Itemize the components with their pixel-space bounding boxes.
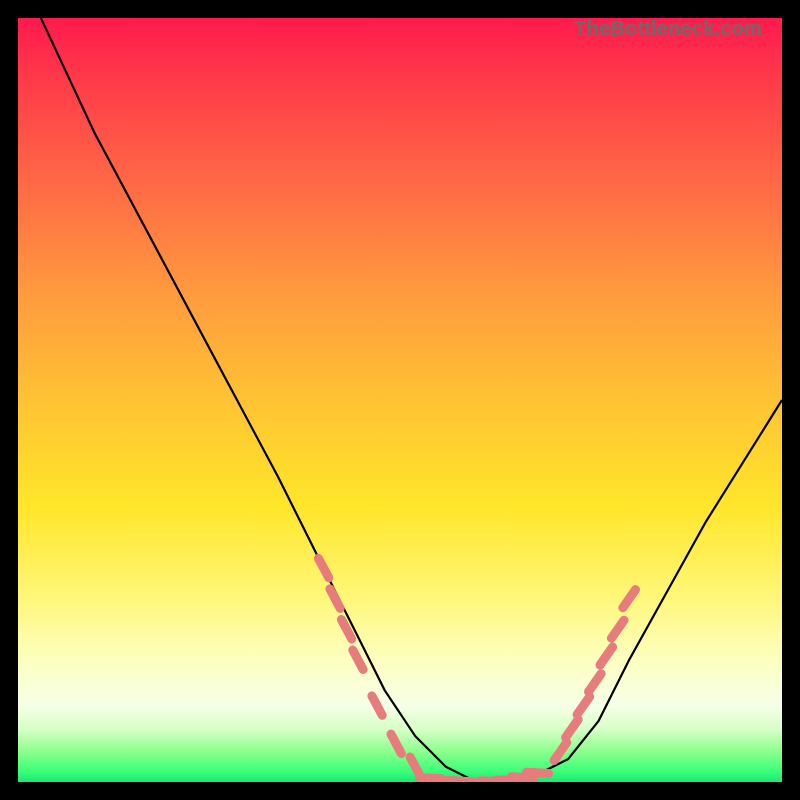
curve-marker (589, 674, 602, 692)
curve-marker (566, 720, 579, 738)
marker-cluster-right (554, 590, 635, 761)
curve-marker (527, 772, 549, 773)
curve-marker (330, 589, 340, 609)
curve-marker (577, 697, 590, 715)
curve-marker (391, 734, 401, 753)
marker-cluster-bottom (420, 772, 549, 782)
chart-plot-area: TheBottleneck.com (18, 18, 782, 782)
curve-marker (511, 777, 533, 778)
curve-marker (353, 650, 363, 670)
bottleneck-curve-svg (18, 18, 782, 782)
curve-marker (318, 558, 328, 577)
curve-marker (611, 620, 624, 638)
curve-marker (600, 647, 613, 665)
marker-cluster-left (318, 558, 420, 776)
curve-marker (372, 696, 382, 715)
curve-marker (554, 742, 567, 760)
bottleneck-curve-path (41, 18, 782, 782)
chart-frame: TheBottleneck.com (0, 0, 800, 800)
curve-marker (623, 590, 636, 608)
